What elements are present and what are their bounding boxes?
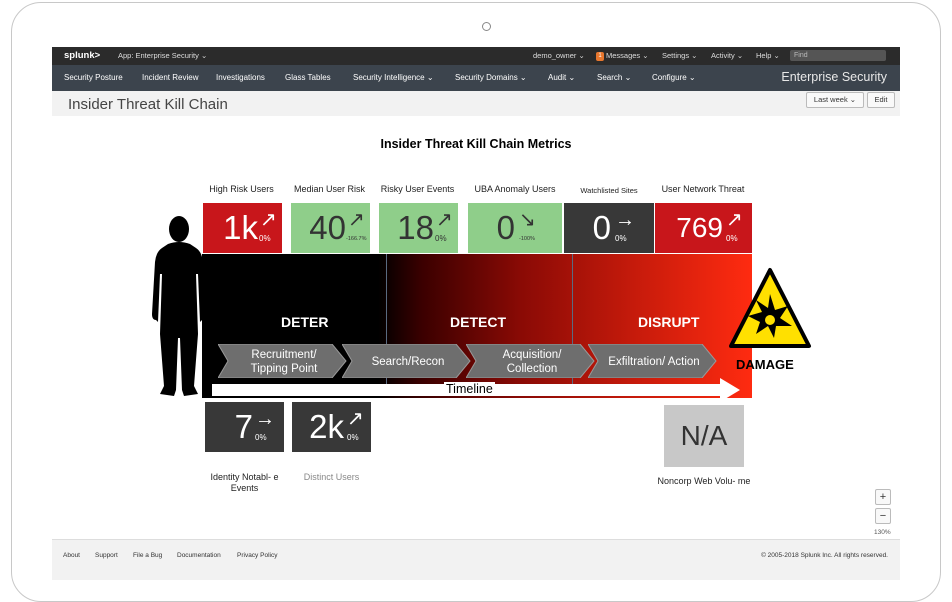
nav-incident-review[interactable]: Incident Review [142, 73, 198, 82]
kpi-tile-risky-user-events[interactable]: 18 ↗ 0% [379, 203, 458, 253]
kpi-value: 769 [676, 212, 723, 243]
trend-up-icon: ↗ [348, 209, 365, 231]
kpi-value: 7 [234, 408, 253, 445]
page-title: Insider Threat Kill Chain [68, 96, 228, 113]
product-name: Enterprise Security [781, 70, 887, 84]
kpi-value: N/A [680, 420, 728, 451]
kpi-value: 40 [309, 209, 346, 246]
kpi-value: 0 [592, 209, 611, 246]
trend-up-icon: ↗ [260, 209, 277, 231]
phase-detect: DETECT [450, 314, 506, 330]
footer-link-about[interactable]: About [63, 552, 80, 559]
metric-label: UBA Anomaly Users [474, 184, 556, 194]
time-range-picker[interactable]: Last week ⌄ [806, 92, 864, 108]
timeline-label: Timeline [444, 382, 495, 396]
footer-link-privacy-policy[interactable]: Privacy Policy [237, 552, 277, 559]
nav-security-domains[interactable]: Security Domains ⌄ [455, 73, 527, 82]
metric-label: User Network Threat [661, 184, 745, 194]
copyright: © 2005-2018 Splunk Inc. All rights reser… [761, 552, 888, 559]
nav-investigations[interactable]: Investigations [216, 73, 265, 82]
trend-up-icon: ↗ [726, 209, 743, 231]
app-bar: splunk> App: Enterprise Security ⌄ demo_… [52, 47, 900, 65]
footer-link-support[interactable]: Support [95, 552, 118, 559]
person-silhouette-icon [152, 216, 206, 396]
zoom-level: 130% [874, 529, 891, 536]
splunk-logo[interactable]: splunk> [64, 50, 100, 61]
edit-button[interactable]: Edit [867, 92, 895, 108]
settings-menu[interactable]: Settings ⌄ [662, 51, 697, 60]
user-menu[interactable]: demo_owner ⌄ [533, 51, 585, 60]
browser-screen: splunk> App: Enterprise Security ⌄ demo_… [52, 47, 900, 580]
kpi-delta: -166.7% [346, 236, 367, 242]
explosion-hazard-icon [729, 268, 811, 348]
phase-disrupt: DISRUPT [638, 314, 700, 330]
kpi-tile-watchlisted-sites[interactable]: 0 → 0% [564, 203, 654, 253]
kpi-tile-distinct-users[interactable]: 2k ↗ 0% [292, 402, 371, 452]
kpi-delta: 0% [615, 234, 627, 243]
kpi-value: 0 [496, 209, 515, 246]
damage-label: DAMAGE [736, 357, 794, 372]
metric-label: Distinct Users [303, 472, 360, 482]
kpi-delta: 0% [347, 433, 359, 442]
app-menu[interactable]: App: Enterprise Security ⌄ [118, 51, 207, 60]
nav-security-intelligence[interactable]: Security Intelligence ⌄ [353, 73, 434, 82]
glass-table-heading: Insider Threat Kill Chain Metrics [380, 137, 572, 151]
activity-menu[interactable]: Activity ⌄ [711, 51, 743, 60]
metric-label: High Risk Users [209, 184, 274, 194]
page-header: Insider Threat Kill Chain Last week ⌄ Ed… [52, 91, 900, 116]
kpi-tile-uba-anomaly-users[interactable]: 0 ↘ -100% [468, 203, 562, 253]
metric-label: Median User Risk [293, 184, 366, 194]
nav-search[interactable]: Search ⌄ [597, 73, 631, 82]
trend-up-icon: ↗ [347, 408, 364, 430]
nav-configure[interactable]: Configure ⌄ [652, 73, 696, 82]
kpi-tile-user-network-threat[interactable]: 769 ↗ 0% [655, 203, 752, 253]
messages-menu[interactable]: 1 Messages ⌄ [596, 51, 649, 61]
messages-count-badge: 1 [596, 51, 604, 61]
camera-dot [482, 22, 491, 31]
trend-flat-icon: → [615, 209, 635, 231]
timeline-arrow-head [720, 378, 740, 402]
stage-label: Search/Recon [371, 356, 445, 368]
nav-security-posture[interactable]: Security Posture [64, 73, 123, 82]
metric-label: Noncorp Web Volu- me [657, 476, 751, 486]
zoom-in-button[interactable]: + [875, 489, 891, 505]
stage-label: Recruitment/ Tipping Point [250, 349, 318, 375]
metric-label: Watchlisted Sites [580, 186, 638, 195]
phase-deter: DETER [281, 314, 329, 330]
trend-up-icon: ↗ [436, 209, 453, 231]
kpi-delta: 0% [255, 433, 267, 442]
footer-link-file-a-bug[interactable]: File a Bug [133, 552, 162, 559]
help-menu[interactable]: Help ⌄ [756, 51, 780, 60]
nav-audit[interactable]: Audit ⌄ [548, 73, 575, 82]
kpi-delta: 0% [259, 234, 271, 243]
kpi-value: 2k [309, 408, 344, 445]
footer-link-documentation[interactable]: Documentation [177, 552, 221, 559]
trend-flat-icon: → [255, 408, 275, 430]
zoom-out-button[interactable]: − [875, 508, 891, 524]
metric-label: Identity Notabl- e Events [210, 472, 279, 493]
stage-label: Acquisition/ Collection [502, 349, 562, 375]
nav-glass-tables[interactable]: Glass Tables [285, 73, 331, 82]
trend-down-icon: ↘ [519, 209, 536, 231]
kpi-value: 18 [397, 209, 434, 246]
kpi-value: 1k [223, 209, 258, 246]
kpi-tile-identity-notable-events[interactable]: 7 → 0% [205, 402, 284, 452]
kpi-tile-noncorp-web-volume[interactable]: N/A [664, 405, 744, 467]
kpi-delta: -100% [519, 236, 535, 242]
find-input[interactable]: Find [790, 50, 886, 61]
stage-label: Exfiltration/ Action [608, 356, 700, 368]
kpi-tile-high-risk-users[interactable]: 1k ↗ 0% [203, 203, 282, 253]
messages-label: Messages ⌄ [606, 51, 649, 60]
app-nav: Security Posture Incident Review Investi… [52, 65, 900, 91]
kpi-delta: 0% [726, 234, 738, 243]
footer: About Support File a Bug Documentation P… [52, 539, 900, 580]
glass-table-canvas: Insider Threat Kill Chain Metrics High R… [52, 116, 900, 539]
metric-label: Risky User Events [380, 184, 455, 194]
kpi-delta: 0% [435, 234, 447, 243]
kpi-tile-median-user-risk[interactable]: 40 ↗ -166.7% [291, 203, 370, 253]
